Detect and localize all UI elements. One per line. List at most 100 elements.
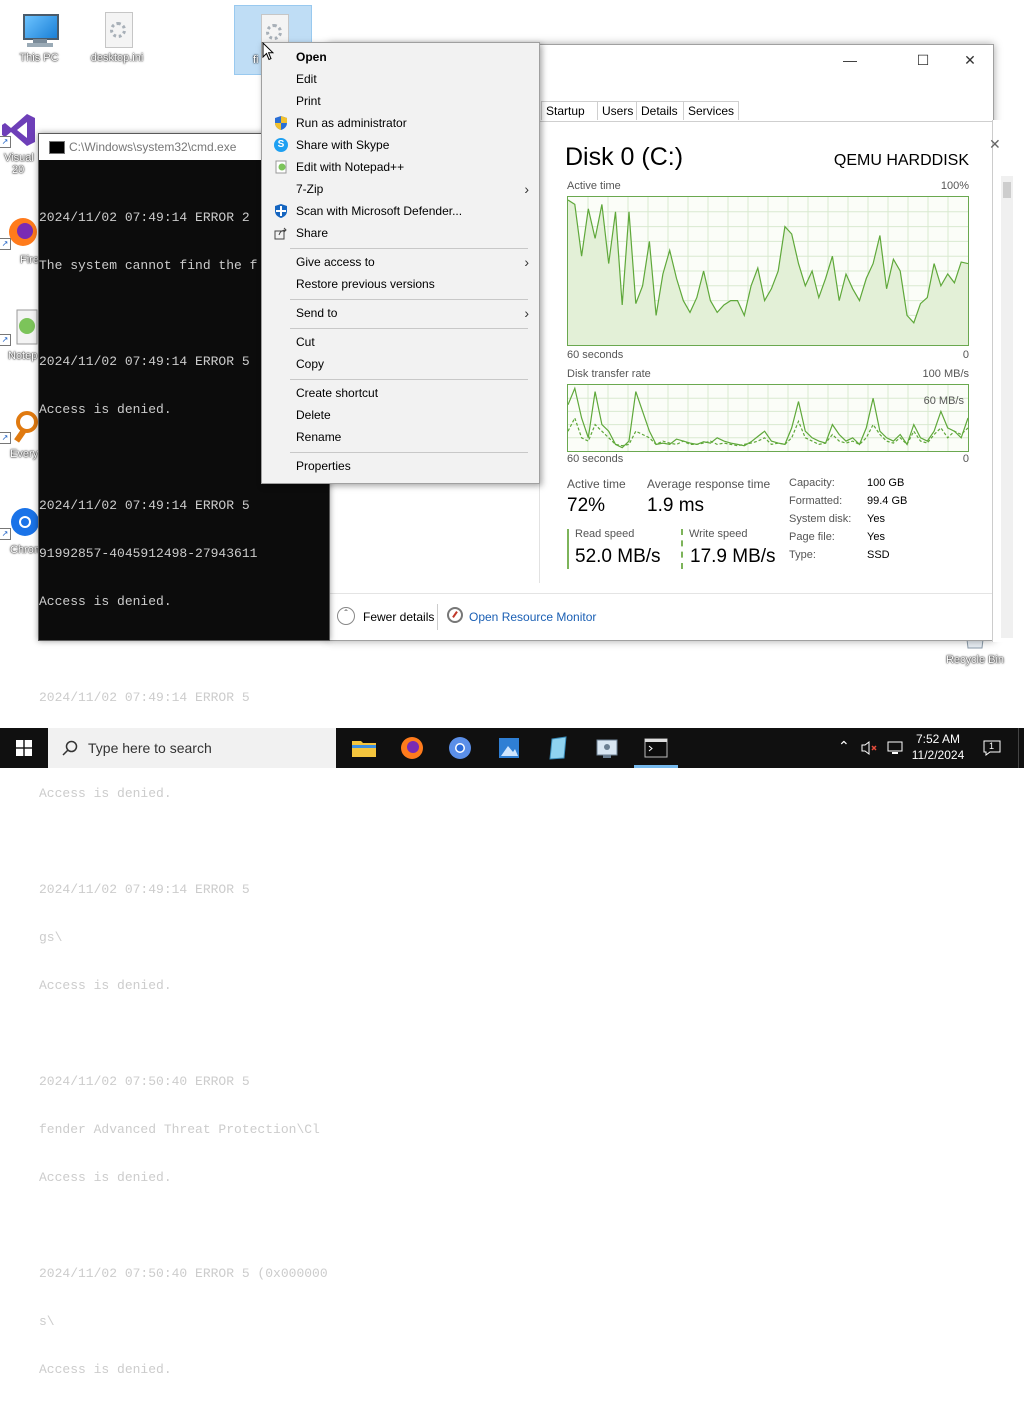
notification-count: 1 [989, 741, 995, 751]
menu-item-notepadpp[interactable]: Edit with Notepad++ [262, 156, 539, 178]
context-menu: Open Edit Print Run as administrator S S… [261, 42, 540, 484]
show-hidden-icons-button[interactable]: ⌃ [838, 738, 850, 755]
chromium-taskbar-button[interactable] [446, 734, 474, 762]
tab-services[interactable]: Services [683, 101, 739, 120]
notepad-icon [549, 736, 567, 760]
active-time-label: Active time [567, 477, 626, 491]
menu-item-copy[interactable]: Copy [262, 353, 539, 375]
tab-details[interactable]: Details [636, 101, 684, 120]
menu-item-create-shortcut[interactable]: Create shortcut [262, 382, 539, 404]
cmd-line: 2024/11/02 07:49:14 ERROR 5 [39, 882, 250, 897]
avg-response-value: 1.9 ms [647, 495, 705, 516]
menu-item-7zip[interactable]: 7-Zip › [262, 178, 539, 200]
menu-item-share[interactable]: Share [262, 222, 539, 244]
shortcut-arrow-icon: ↗ [0, 432, 11, 444]
menu-item-send-to[interactable]: Send to › [262, 302, 539, 324]
resource-monitor-icon [447, 607, 463, 623]
maximize-button[interactable]: ☐ [900, 49, 946, 71]
menu-item-properties[interactable]: Properties [262, 455, 539, 477]
cmd-line [39, 1026, 329, 1042]
skype-icon: S [274, 138, 288, 152]
tab-users[interactable]: Users [597, 101, 637, 120]
cmd-icon [49, 141, 65, 154]
menu-item-label: Rename [296, 430, 342, 444]
avg-response-label: Average response time [647, 477, 771, 491]
cmd-line: Access is denied. [39, 594, 172, 609]
cmd-line: 2024/11/02 07:49:14 ERROR 5 [39, 690, 250, 705]
minimize-button[interactable]: — [827, 49, 873, 71]
clock[interactable]: 7:52 AM 11/2/2024 [908, 732, 968, 762]
firefox-taskbar-button[interactable] [398, 734, 426, 762]
capacity-label: Capacity: [789, 477, 835, 489]
menu-item-label: Send to [296, 306, 338, 320]
desktop-icon-desktop-ini[interactable]: desktop.ini [80, 10, 154, 64]
share-icon [274, 227, 287, 240]
close-icon[interactable]: ✕ [989, 136, 1001, 153]
chevron-up-icon[interactable]: ˆ [337, 607, 355, 625]
show-desktop-button[interactable] [1018, 728, 1024, 768]
shortcut-arrow-icon: ↗ [0, 238, 11, 250]
menu-item-delete[interactable]: Delete [262, 404, 539, 426]
this-pc-icon [19, 10, 59, 50]
notes-taskbar-button[interactable] [544, 734, 572, 762]
scrollbar[interactable] [1001, 176, 1013, 638]
notification-center-button[interactable]: 1 [982, 739, 1002, 760]
system-disk-value: Yes [867, 513, 885, 525]
graph1-bottom-right-label: 0 [962, 349, 969, 361]
menu-item-rename[interactable]: Rename [262, 426, 539, 448]
graph1-top-left-label: Active time [567, 180, 621, 192]
menu-item-share-skype[interactable]: S Share with Skype [262, 134, 539, 156]
write-speed-value: 17.9 MB/s [690, 546, 776, 567]
menu-item-label: Open [296, 50, 327, 64]
chevron-right-icon: › [524, 254, 529, 270]
terminal-icon [644, 738, 668, 758]
menu-item-label: Share with Skype [296, 138, 390, 152]
cmd-line: Access is denied. [39, 1170, 172, 1185]
tab-startup[interactable]: Startup [541, 101, 598, 120]
folder-icon [352, 741, 376, 757]
close-button[interactable]: ✕ [947, 49, 993, 71]
menu-item-label: Give access to [296, 255, 375, 269]
windows-logo-icon [16, 740, 32, 756]
start-button[interactable] [0, 728, 48, 768]
mouse-cursor-icon [262, 42, 274, 61]
menu-item-restore-versions[interactable]: Restore previous versions [262, 273, 539, 295]
menu-item-label: Run as administrator [296, 116, 407, 130]
menu-item-label: Create shortcut [296, 386, 379, 400]
menu-item-cut[interactable]: Cut [262, 331, 539, 353]
menu-item-edit[interactable]: Edit [262, 68, 539, 90]
read-speed-marker [567, 529, 569, 569]
open-resource-monitor-link[interactable]: Open Resource Monitor [469, 610, 596, 624]
graph2-bottom-right-label: 0 [962, 453, 969, 465]
menu-item-defender-scan[interactable]: Scan with Microsoft Defender... [262, 200, 539, 222]
desktop-icon-label: Recycle Bin [945, 654, 1005, 666]
chromium-icon [449, 737, 471, 759]
notepadpp-icon: ↗ [0, 308, 39, 348]
control-panel-taskbar-button[interactable] [593, 734, 621, 762]
cmd-line: Access is denied. [39, 1362, 172, 1377]
menu-separator [290, 248, 528, 249]
desktop-icon-this-pc[interactable]: This PC [2, 10, 76, 64]
cmd-line [39, 1218, 329, 1234]
menu-item-label: Copy [296, 357, 325, 371]
shortcut-arrow-icon: ↗ [0, 136, 11, 148]
menu-item-run-as-admin[interactable]: Run as administrator [262, 112, 539, 134]
menu-item-label: 7-Zip [296, 182, 324, 196]
menu-item-print[interactable]: Print [262, 90, 539, 112]
cmd-taskbar-button[interactable] [642, 734, 670, 762]
menu-separator [290, 299, 528, 300]
menu-separator [290, 452, 528, 453]
cmd-line: 2024/11/02 07:50:40 ERROR 5 [39, 1074, 250, 1089]
network-icon[interactable] [886, 740, 904, 759]
footer-divider [437, 604, 438, 630]
notepadpp-icon [275, 160, 287, 174]
menu-item-give-access[interactable]: Give access to › [262, 251, 539, 273]
photos-taskbar-button[interactable] [495, 734, 523, 762]
file-explorer-taskbar-button[interactable] [350, 734, 378, 762]
volume-muted-icon[interactable] [860, 740, 878, 759]
page-file-label: Page file: [789, 531, 835, 543]
fewer-details-button[interactable]: Fewer details [363, 610, 434, 624]
menu-item-open[interactable]: Open [262, 46, 539, 68]
taskbar-search-box[interactable]: Type here to search [48, 728, 336, 768]
search-placeholder: Type here to search [88, 740, 212, 756]
